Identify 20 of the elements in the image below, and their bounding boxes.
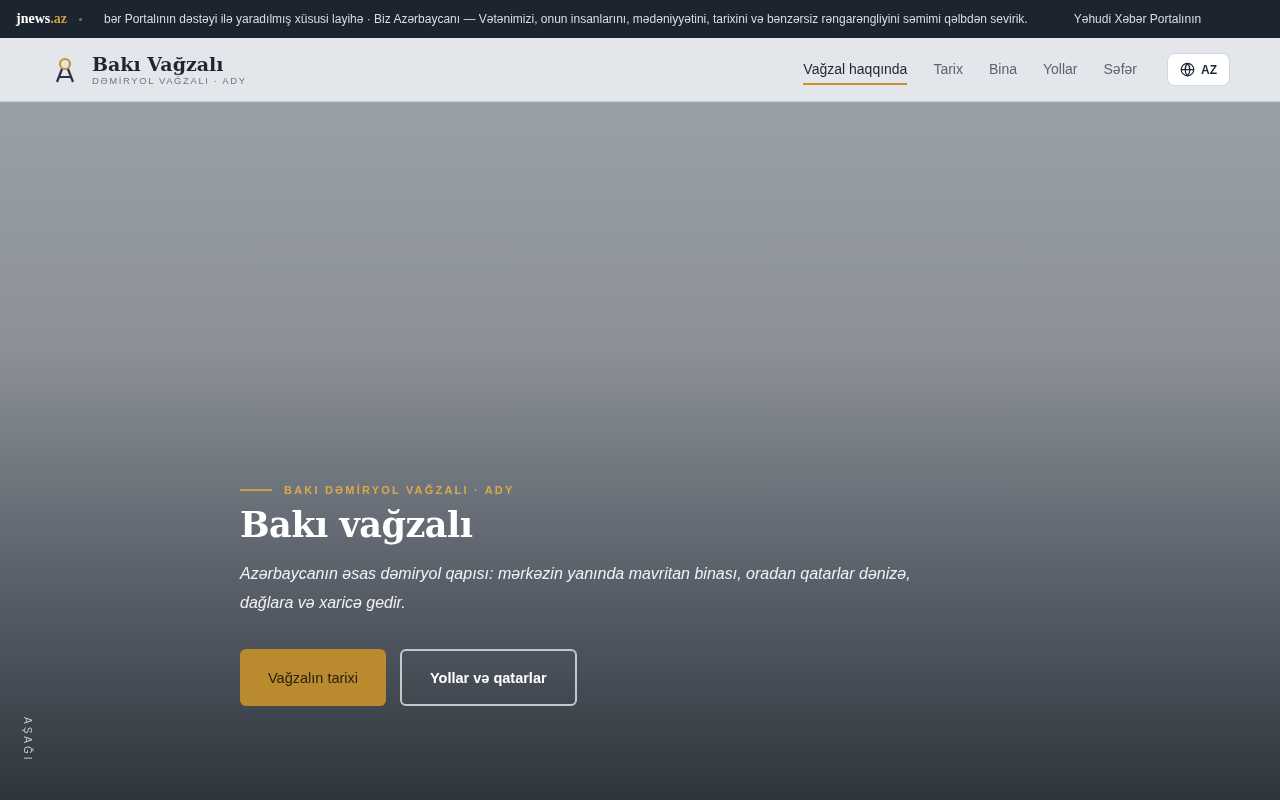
globe-icon: [1180, 62, 1195, 77]
nav-link[interactable]: Vağzal haqqında: [803, 54, 908, 85]
ticker-text: Yəhudi Xəbər Portalının: [1073, 12, 1202, 26]
hero-lead: Azərbaycanın əsas dəmiryol qapısı: mərkəzin yanında mavritan binası, oradan qatarlar dənizə, dağlara və xaricə gedir.: [240, 564, 912, 613]
site-subtitle: DƏMİRYOL VAĞZALI · ADY: [92, 75, 247, 86]
ticker-text: bər Portalının dəstəyi ilə yaradılmış xüsusi layihə · Biz Azərbaycanı — Vətənimizi, onun insanlarını, mədəniyyətini, tarixini və bənzərsiz rəngarəngliyini səmimi qəlbdən sevirik.: [103, 12, 1028, 26]
nav-link[interactable]: Səfər: [1103, 54, 1137, 85]
site-title: Bakı Vağzalı: [92, 53, 225, 75]
language-button[interactable]: AZ: [1167, 53, 1230, 86]
scroll-hint[interactable]: AŞAĞI: [22, 717, 33, 763]
compass-icon: [54, 55, 76, 84]
nav-link[interactable]: Tarix: [933, 54, 963, 85]
hero-eyebrow: BAKI DƏMİRYOL VAĞZALI · ADY: [284, 484, 515, 496]
nav-link[interactable]: Yollar: [1043, 54, 1078, 85]
routes-button[interactable]: Yollar və qatarlar: [400, 649, 577, 706]
ticker-logo[interactable]: jnews.az: [16, 11, 67, 27]
nav-link[interactable]: Bina: [989, 54, 1017, 85]
history-button[interactable]: Vağzalın tarixi: [240, 649, 386, 706]
separator-dot-icon: [78, 17, 82, 21]
hero-title: Bakı vağzalı: [240, 504, 474, 545]
